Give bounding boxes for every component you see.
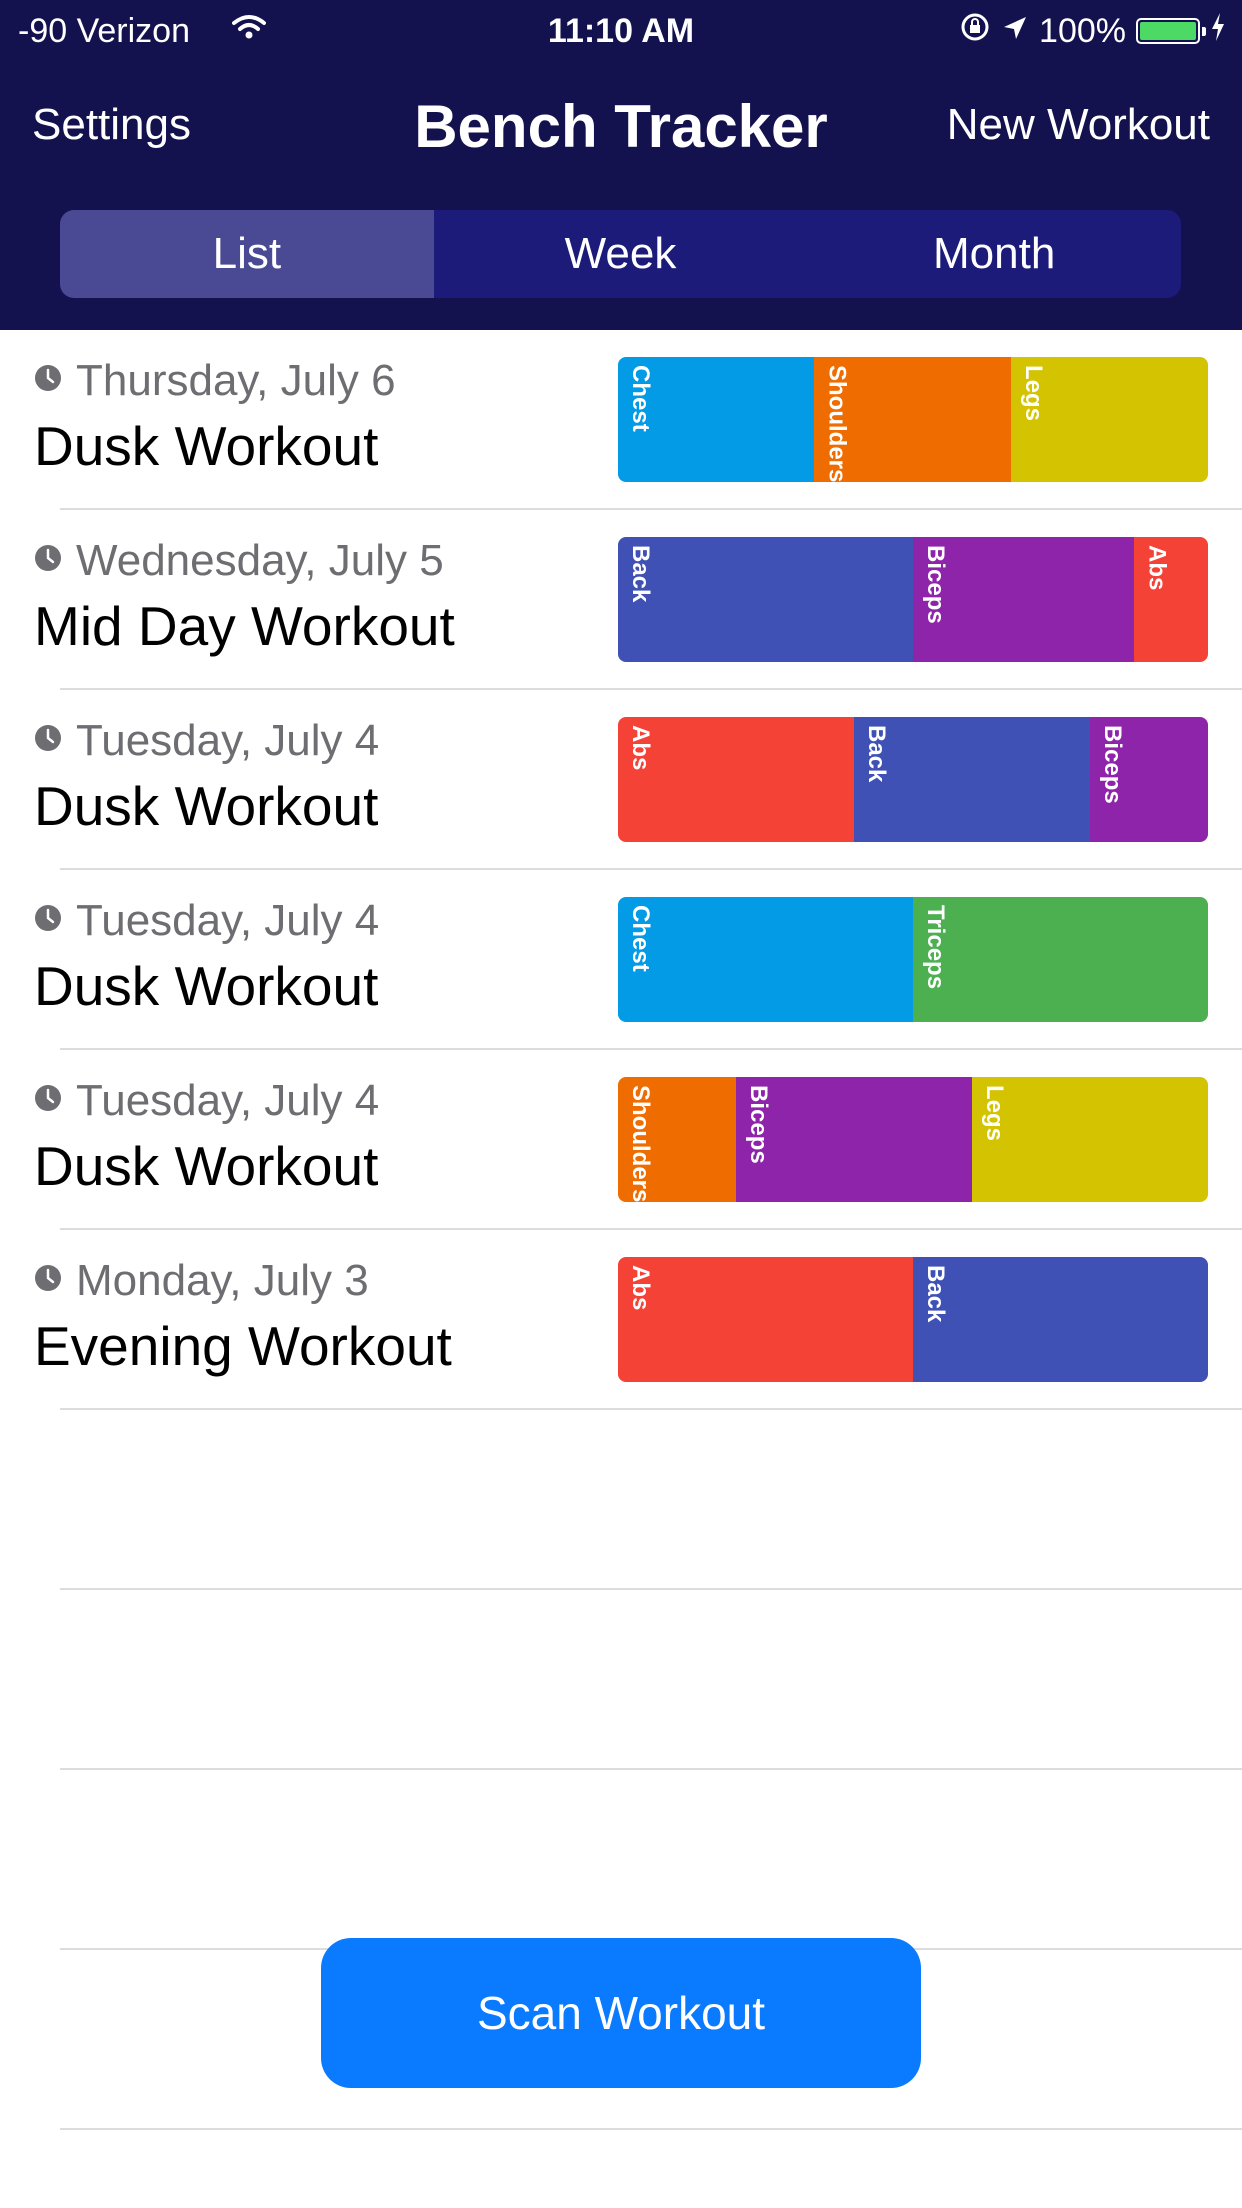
muscle-label: Biceps: [1099, 725, 1126, 804]
clock-icon: [34, 724, 62, 752]
segment-month[interactable]: Month: [807, 210, 1181, 298]
muscle-segment-chest: Chest: [618, 357, 815, 482]
segment-list[interactable]: List: [60, 210, 434, 298]
muscle-label: Chest: [627, 365, 654, 432]
muscle-label: Biceps: [745, 1085, 772, 1164]
nav-header: -90 Verizon 11:10 AM 100% Settings Bench…: [0, 0, 1242, 330]
workout-list: Thursday, July 6 Dusk Workout Chest Shoulde…: [0, 330, 1242, 2130]
muscle-label: Abs: [627, 1265, 654, 1311]
workout-title: Dusk Workout: [34, 1135, 379, 1197]
muscle-segment-legs: Legs: [1010, 357, 1208, 482]
muscle-group-bar: Abs Back: [618, 1257, 1208, 1382]
muscle-segment-biceps: Biceps: [736, 1077, 972, 1202]
workout-row[interactable]: Tuesday, July 4 Dusk Workout Chest Triceps: [0, 870, 1242, 1050]
muscle-segment-abs: Abs: [618, 1257, 913, 1382]
workout-title: Dusk Workout: [34, 775, 379, 837]
clock-icon: [34, 904, 62, 932]
orientation-lock-icon: [959, 11, 991, 52]
clock-icon: [34, 1084, 62, 1112]
workout-title: Dusk Workout: [34, 415, 379, 477]
muscle-segment-chest: Chest: [618, 897, 913, 1022]
location-arrow-icon: [1001, 12, 1029, 51]
muscle-label: Abs: [1143, 545, 1171, 591]
muscle-label: Chest: [627, 905, 654, 972]
muscle-label: Shoulders: [823, 365, 851, 482]
empty-row: [0, 1770, 1242, 1950]
workout-date: Wednesday, July 5: [76, 536, 444, 585]
clock-icon: [34, 544, 62, 572]
workout-title: Evening Workout: [34, 1315, 452, 1377]
muscle-segment-legs: Legs: [972, 1077, 1208, 1202]
clock-icon: [34, 364, 62, 392]
workout-date: Tuesday, July 4: [76, 1076, 380, 1125]
status-bar: -90 Verizon 11:10 AM 100%: [0, 0, 1242, 62]
workout-date: Tuesday, July 4: [76, 716, 380, 765]
workout-date: Thursday, July 6: [76, 356, 396, 405]
muscle-segment-back: Back: [913, 1257, 1208, 1382]
workout-row[interactable]: Wednesday, July 5 Mid Day Workout Back Bice…: [0, 510, 1242, 690]
muscle-group-bar: Shoulders Biceps Legs: [618, 1077, 1208, 1202]
muscle-label: Legs: [1019, 365, 1047, 422]
muscle-group-bar: Back Biceps Abs: [618, 537, 1208, 662]
muscle-label: Biceps: [922, 545, 949, 624]
scan-workout-button[interactable]: Scan Workout: [321, 1938, 921, 2088]
battery-percent: 100%: [1039, 11, 1126, 50]
muscle-segment-shoulders: Shoulders: [814, 357, 1011, 482]
clock-icon: [34, 1264, 62, 1292]
muscle-segment-back: Back: [618, 537, 913, 662]
muscle-label: Legs: [981, 1085, 1008, 1142]
muscle-segment-biceps: Biceps: [1090, 717, 1208, 842]
muscle-label: Triceps: [922, 905, 949, 990]
workout-row[interactable]: Thursday, July 6 Dusk Workout Chest Shoulde…: [0, 330, 1242, 510]
workout-date: Tuesday, July 4: [76, 896, 380, 945]
muscle-segment-biceps: Biceps: [913, 537, 1135, 662]
segment-week[interactable]: Week: [434, 210, 808, 298]
workout-date: Monday, July 3: [76, 1256, 369, 1305]
empty-row: [0, 1410, 1242, 1590]
workout-row[interactable]: Monday, July 3 Evening Workout Abs Back: [0, 1230, 1242, 1410]
muscle-group-bar: Chest Triceps: [618, 897, 1208, 1022]
muscle-label: Shoulders: [627, 1085, 654, 1202]
workout-row[interactable]: Tuesday, July 4 Dusk Workout Shoulders Bice…: [0, 1050, 1242, 1230]
muscle-segment-triceps: Triceps: [913, 897, 1208, 1022]
muscle-group-bar: Chest Shoulders Legs: [618, 357, 1208, 482]
muscle-segment-back: Back: [854, 717, 1090, 842]
row-separator: [60, 2128, 1242, 2130]
muscle-segment-abs: Abs: [618, 717, 854, 842]
empty-row: [0, 1590, 1242, 1770]
muscle-group-bar: Abs Back Biceps: [618, 717, 1208, 842]
muscle-segment-abs: Abs: [1134, 537, 1208, 662]
muscle-label: Back: [922, 1265, 949, 1323]
muscle-segment-shoulders: Shoulders: [618, 1077, 736, 1202]
charging-bolt-icon: [1210, 12, 1226, 51]
workout-row[interactable]: Tuesday, July 4 Dusk Workout Abs Back Biceps: [0, 690, 1242, 870]
new-workout-button[interactable]: New Workout: [947, 100, 1210, 150]
battery-icon: [1136, 18, 1206, 44]
muscle-label: Back: [863, 725, 890, 783]
view-segmented-control: List Week Month: [60, 210, 1181, 298]
workout-title: Dusk Workout: [34, 955, 379, 1017]
muscle-label: Back: [627, 545, 654, 603]
muscle-label: Abs: [627, 725, 654, 771]
workout-title: Mid Day Workout: [34, 595, 455, 657]
